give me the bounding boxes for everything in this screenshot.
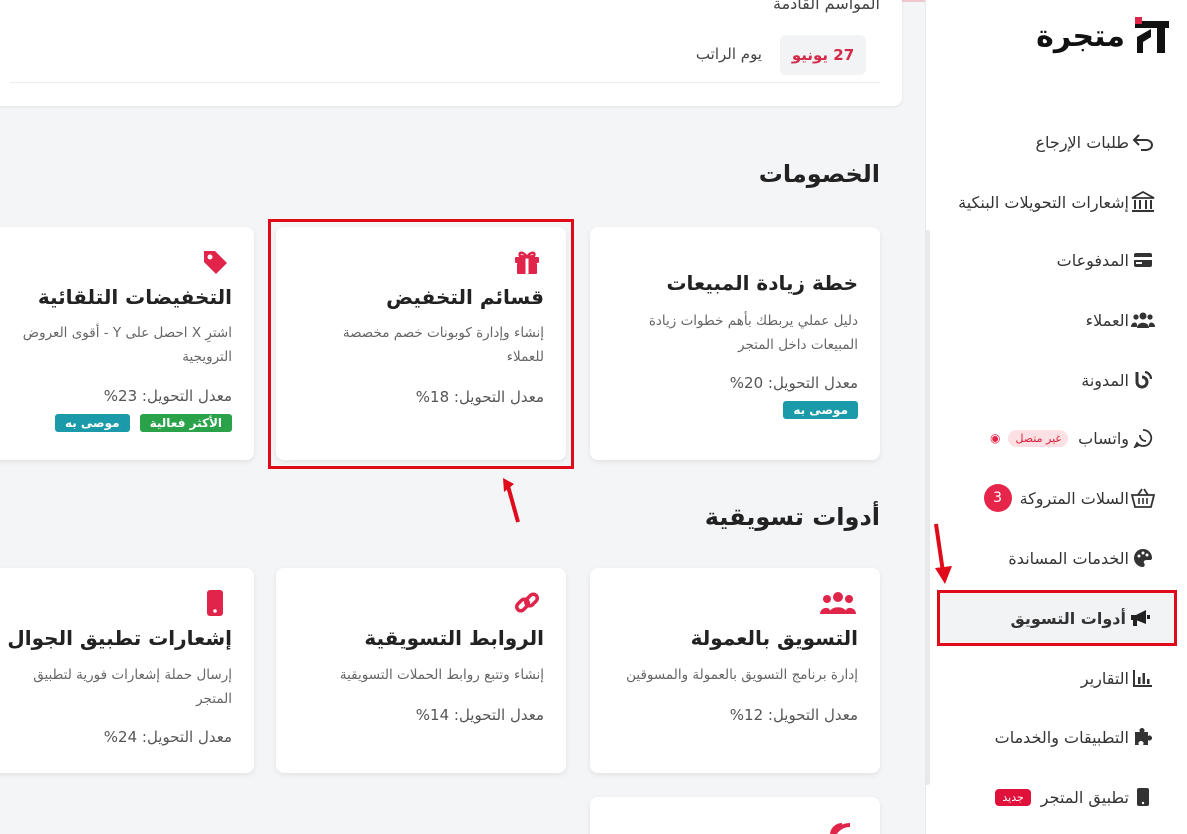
sidebar-item-apps-services[interactable]: التطبيقات والخدمات (925, 707, 1187, 767)
card-description: دليل عملي يربطك بأهم خطوات زيادة المبيعا… (648, 313, 858, 353)
sidebar-item-store-app[interactable]: تطبيق المتجر جديد (925, 767, 1187, 827)
sidebar-item-label: الخدمات المساندة (1008, 548, 1129, 568)
bank-icon (1131, 190, 1155, 214)
count-badge: 3 (983, 484, 1012, 512)
status-badge-offline: غير متصل (1008, 429, 1069, 447)
card-automatic-discounts[interactable]: التخفيضات التلقائية اشترِ X احصل على Y -… (0, 227, 254, 460)
tag-most-effective: الأكثر فعالية (139, 414, 232, 432)
sidebar-item-label: التقارير (1080, 668, 1129, 688)
sidebar-item-label: العملاء (1085, 310, 1129, 330)
sidebar-item-label: السلات المتروكة (1019, 488, 1129, 508)
sidebar-item-label: المدفوعات (1056, 250, 1129, 270)
event-name: يوم الراتب (695, 45, 762, 63)
card-conversion-rate: معدل التحويل: 24% (103, 728, 232, 746)
pointer-arrow-icon (503, 478, 520, 523)
sidebar-item-label: التطبيقات والخدمات (994, 727, 1129, 747)
megaphone-icon (1128, 606, 1152, 630)
card-description: إرسال حملة إشعارات فورية لتطبيق المتجر (33, 667, 232, 707)
card-conversion-rate: معدل التحويل: 20% (729, 374, 858, 392)
highlight-box-coupons (268, 219, 574, 469)
brand-logo[interactable]: متجرة (1036, 14, 1169, 58)
tag-icon (200, 247, 230, 277)
card-description: إنشاء وتتبع روابط الحملات التسويقية (339, 667, 544, 683)
whatsapp-icon (1131, 426, 1155, 450)
sidebar-item-returns[interactable]: طلبات الإرجاع (925, 112, 1187, 172)
event-date-chip[interactable]: 27 يونيو (780, 35, 866, 75)
upcoming-seasons-card: المواسم القادمة 27 يونيو يوم الراتب (0, 0, 902, 106)
blog-icon (1131, 368, 1155, 392)
marketing-tools-section-title: أدوات تسويقية (704, 503, 880, 531)
return-arrow-icon (1131, 130, 1155, 154)
sidebar-item-label: إشعارات التحويلات البنكية (958, 192, 1129, 212)
new-badge: جديد (995, 788, 1031, 806)
users-icon (820, 588, 856, 618)
offline-indicator-icon: ◉ (989, 431, 1001, 445)
card-title: الروابط التسويقية (364, 626, 544, 650)
sidebar: متجرة طلبات الإرجاع إشعارات التحويلات ال… (925, 0, 1187, 834)
card-marketing-links[interactable]: الروابط التسويقية إنشاء وتتبع روابط الحم… (276, 568, 566, 773)
sidebar-item-label: أدوات التسويق (1010, 608, 1126, 628)
card-conversion-rate: معدل التحويل: 12% (729, 706, 858, 724)
users-icon (1131, 308, 1155, 332)
sidebar-item-bank-transfers[interactable]: إشعارات التحويلات البنكية (925, 172, 1187, 232)
palette-icon (1131, 546, 1155, 570)
credit-card-icon (1131, 248, 1155, 272)
card-description: اشترِ X احصل على Y - أقوى العروض الترويج… (22, 325, 232, 365)
sidebar-item-label: تطبيق المتجر (1040, 787, 1129, 807)
mobile-icon (1131, 785, 1155, 809)
tag-recommended: موصى به (54, 414, 130, 432)
brand-name: متجرة (1036, 18, 1125, 54)
sidebar-item-label: طلبات الإرجاع (1035, 132, 1130, 152)
card-description: إدارة برنامج التسويق بالعمولة والمسوقين (626, 667, 858, 683)
card-partial[interactable] (590, 797, 880, 834)
sidebar-item-reports[interactable]: التقارير (925, 648, 1187, 708)
logo-mark-icon (1135, 17, 1169, 53)
card-affiliate-marketing[interactable]: التسويق بالعمولة إدارة برنامج التسويق با… (590, 568, 880, 773)
main-content: المواسم القادمة 27 يونيو يوم الراتب الخص… (0, 0, 925, 834)
sidebar-item-blog[interactable]: المدونة (925, 350, 1187, 410)
discounts-section-title: الخصومات (758, 160, 880, 188)
pointer-arrow-icon (934, 523, 952, 584)
card-title: خطة زيادة المبيعات (666, 271, 858, 295)
sidebar-item-marketing-tools[interactable]: أدوات التسويق (937, 590, 1177, 646)
card-conversion-rate: معدل التحويل: 23% (103, 387, 232, 405)
sidebar-item-whatsapp[interactable]: واتساب غير متصل ◉ (925, 408, 1187, 468)
card-title: إشعارات تطبيق الجوال (7, 626, 232, 650)
card-title: التخفيضات التلقائية (37, 285, 232, 309)
sidebar-item-support-services[interactable]: الخدمات المساندة (925, 528, 1187, 588)
events-divider (10, 82, 880, 83)
card-mobile-push-notifications[interactable]: إشعارات تطبيق الجوال إرسال حملة إشعارات … (0, 568, 254, 773)
upcoming-seasons-title: المواسم القادمة (773, 0, 880, 13)
sidebar-item-label: المدونة (1081, 370, 1129, 390)
sidebar-item-payments[interactable]: المدفوعات (925, 230, 1187, 290)
card-conversion-rate: معدل التحويل: 14% (415, 706, 544, 724)
sidebar-item-abandoned-carts[interactable]: السلات المتروكة 3 (925, 468, 1187, 528)
puzzle-icon (1131, 725, 1155, 749)
basket-icon (1131, 486, 1155, 510)
tag-recommended: موصى به (783, 401, 858, 419)
card-title: التسويق بالعمولة (690, 626, 858, 650)
card-sales-plan[interactable]: خطة زيادة المبيعات دليل عملي يربطك بأهم … (590, 227, 880, 460)
sidebar-item-label: واتساب (1078, 428, 1129, 448)
rss-icon (826, 819, 856, 834)
link-icon (512, 588, 542, 618)
sidebar-item-customers[interactable]: العملاء (925, 290, 1187, 350)
chart-icon (1131, 666, 1155, 690)
mobile-icon (200, 588, 230, 618)
sidebar-scrollbar[interactable] (925, 230, 930, 785)
